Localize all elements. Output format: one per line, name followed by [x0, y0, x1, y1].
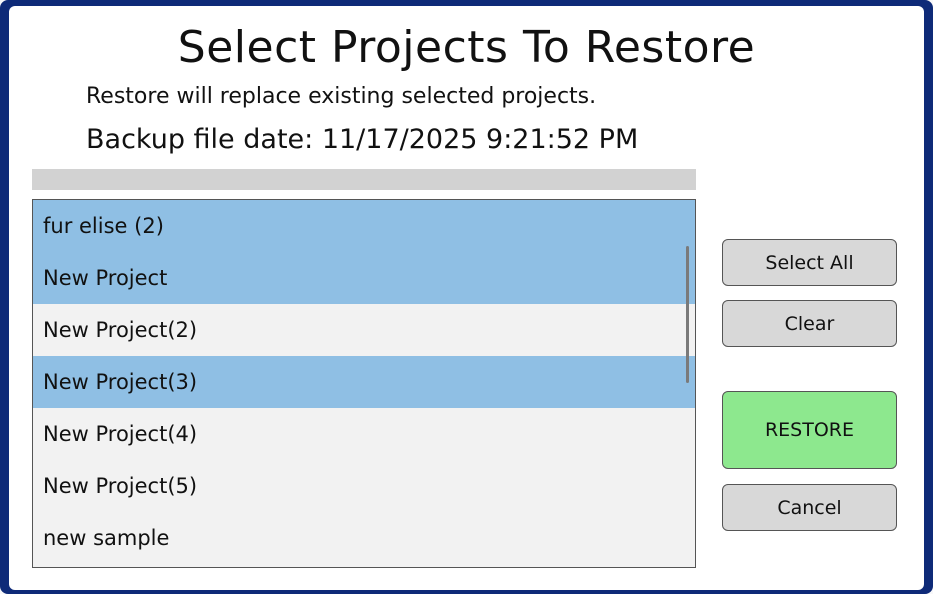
list-item[interactable]: New Project(2) — [33, 304, 695, 356]
list-item[interactable]: new sample — [33, 512, 695, 564]
list-item[interactable]: fur elise (2) — [33, 200, 695, 252]
progress-bar — [32, 169, 696, 190]
restore-button[interactable]: RESTORE — [722, 391, 897, 469]
list-item[interactable]: New Project(3) — [33, 356, 695, 408]
select-all-button[interactable]: Select All — [722, 239, 897, 286]
scrollbar-thumb[interactable] — [686, 246, 689, 383]
project-list[interactable]: fur elise (2) New Project New Project(2)… — [32, 199, 696, 568]
cancel-button[interactable]: Cancel — [722, 484, 897, 531]
clear-button[interactable]: Clear — [722, 300, 897, 347]
list-item[interactable]: New Project(5) — [33, 460, 695, 512]
dialog-title: Select Projects To Restore — [177, 22, 756, 73]
list-item[interactable]: New Project(4) — [33, 408, 695, 460]
list-item[interactable]: New Project — [33, 252, 695, 304]
dialog-subtitle: Restore will replace existing selected p… — [86, 84, 597, 109]
backup-file-date: Backup file date: 11/17/2025 9:21:52 PM — [86, 124, 639, 155]
